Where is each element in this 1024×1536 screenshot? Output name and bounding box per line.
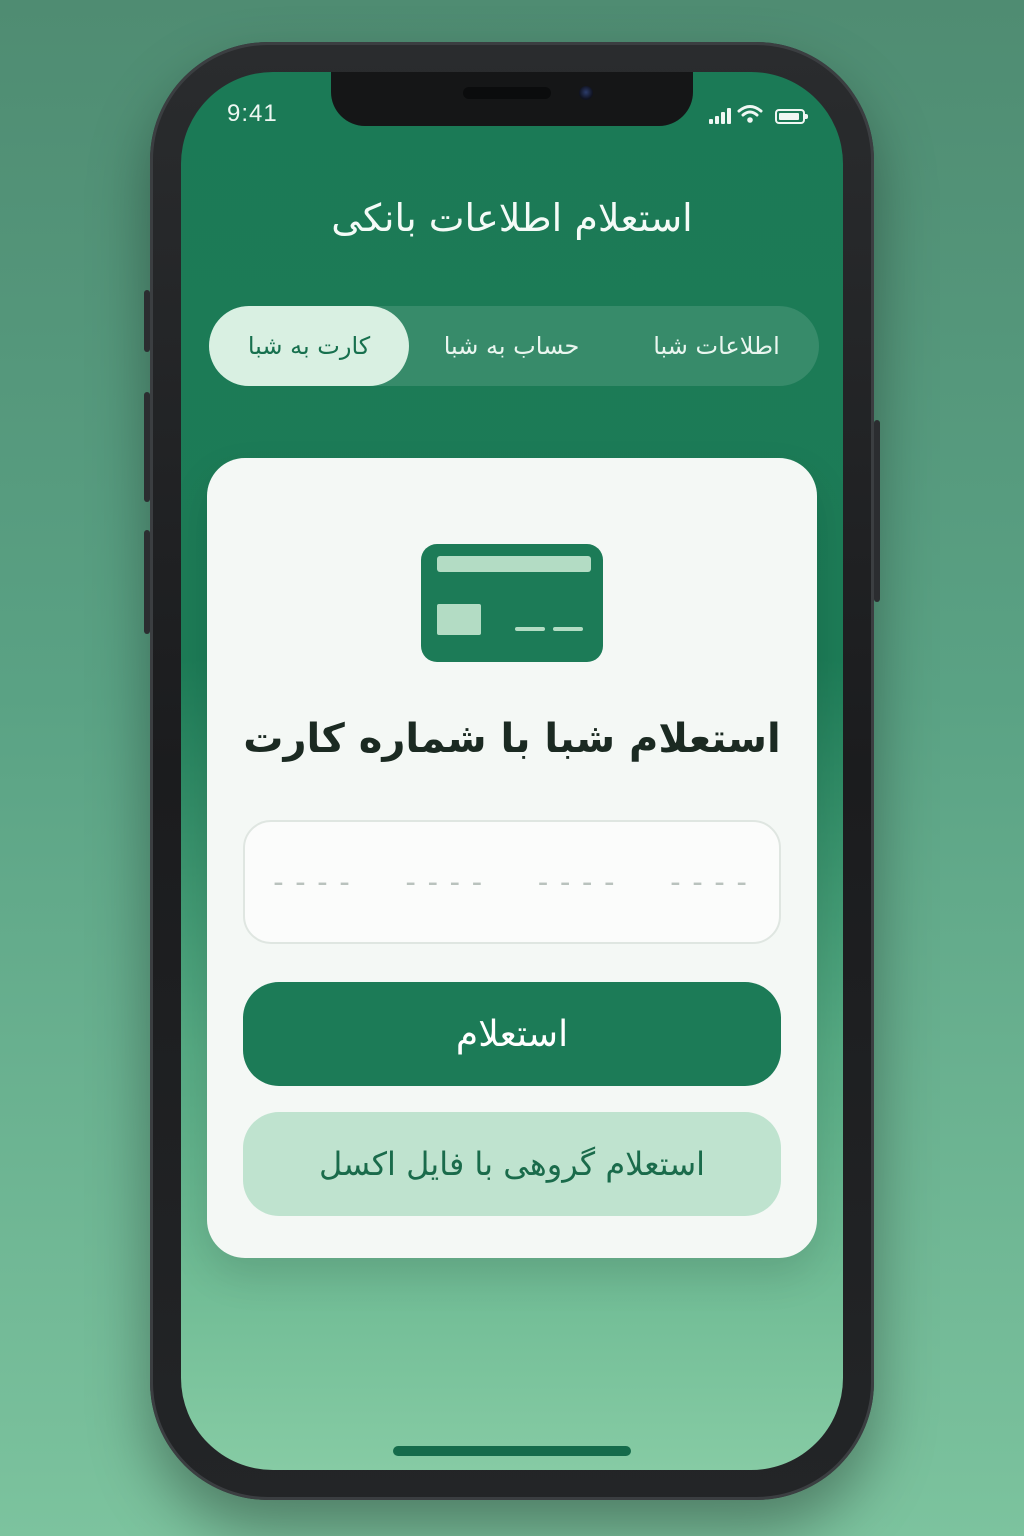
page-title: استعلام اطلاعات بانکی <box>331 196 693 240</box>
wifi-icon <box>737 105 763 123</box>
tab-card-to-sheba[interactable]: کارت به شبا <box>209 306 409 386</box>
tab-sheba-info[interactable]: اطلاعات شبا <box>614 306 819 386</box>
inquiry-card: استعلام شبا با شماره کارت استعلام استعلا… <box>207 458 817 1258</box>
power-button <box>874 420 880 602</box>
phone-screen: 9:41 استعلام اطلاعات بانکی کارت به شبا ح… <box>181 72 843 1470</box>
status-icons <box>709 102 808 124</box>
tab-label: کارت به شبا <box>247 332 371 360</box>
tab-account-to-sheba[interactable]: حساب به شبا <box>409 306 614 386</box>
card-number-input[interactable] <box>243 820 781 944</box>
card-heading: استعلام شبا با شماره کارت <box>243 716 781 762</box>
mute-switch <box>144 290 150 352</box>
volume-down-button <box>144 530 150 634</box>
front-camera <box>579 86 593 100</box>
bulk-excel-inquiry-button[interactable]: استعلام گروهی با فایل اکسل <box>243 1112 781 1216</box>
credit-card-icon <box>421 544 603 662</box>
tab-label: حساب به شبا <box>443 332 580 360</box>
tab-bar: کارت به شبا حساب به شبا اطلاعات شبا <box>209 306 819 386</box>
battery-icon <box>775 109 808 124</box>
inquiry-button[interactable]: استعلام <box>243 982 781 1086</box>
volume-up-button <box>144 392 150 502</box>
signal-icon <box>709 106 731 124</box>
speaker-grille <box>463 87 551 99</box>
tab-label: اطلاعات شبا <box>653 332 780 360</box>
home-indicator[interactable] <box>393 1446 631 1456</box>
status-time: 9:41 <box>227 100 278 127</box>
notch <box>331 72 693 126</box>
